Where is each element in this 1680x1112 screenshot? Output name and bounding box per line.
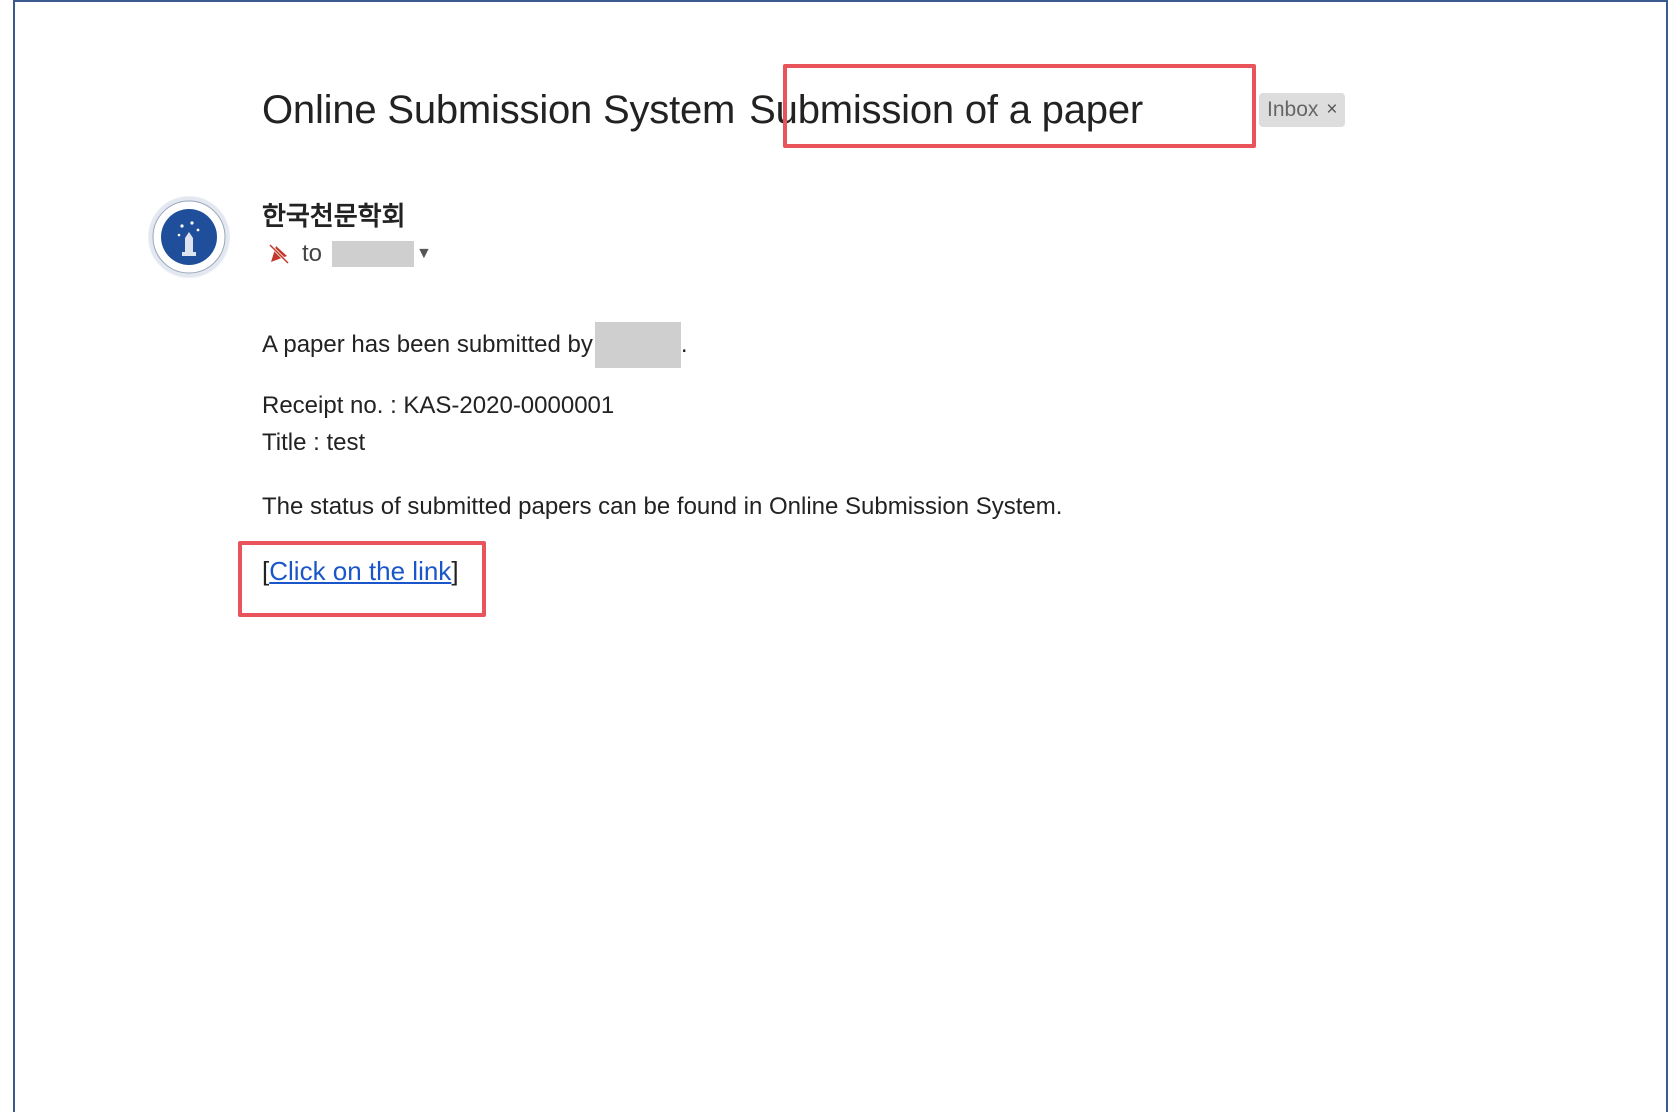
muted-recipient-icon [268, 243, 290, 265]
body-line-submitted: A paper has been submitted by . [262, 322, 688, 368]
status-note: The status of submitted papers can be fo… [262, 493, 1063, 520]
subject-prefix: Online Submission System [262, 87, 736, 132]
link-highlight-box [238, 541, 486, 617]
subject-highlight-box [783, 64, 1256, 148]
recipient-row: to ▼ [266, 240, 432, 268]
remove-label-icon[interactable]: × [1326, 99, 1337, 121]
inbox-label-chip[interactable]: Inbox × [1259, 93, 1346, 127]
receipt-number: Receipt no. : KAS-2020-0000001 [262, 392, 615, 419]
body-line-submitted-period: . [680, 331, 688, 358]
sender-name[interactable]: 한국천문학회 [262, 196, 406, 233]
redacted-recipient [332, 241, 415, 267]
body-line-submitted-text: A paper has been submitted by [262, 331, 593, 358]
chevron-down-icon[interactable]: ▼ [416, 245, 432, 263]
society-seal-icon [149, 197, 229, 277]
redacted-submitter [594, 322, 681, 368]
avatar[interactable] [148, 196, 230, 278]
to-label: to [302, 240, 323, 267]
paper-title: Title : test [262, 429, 366, 456]
inbox-label-text: Inbox [1267, 98, 1319, 121]
